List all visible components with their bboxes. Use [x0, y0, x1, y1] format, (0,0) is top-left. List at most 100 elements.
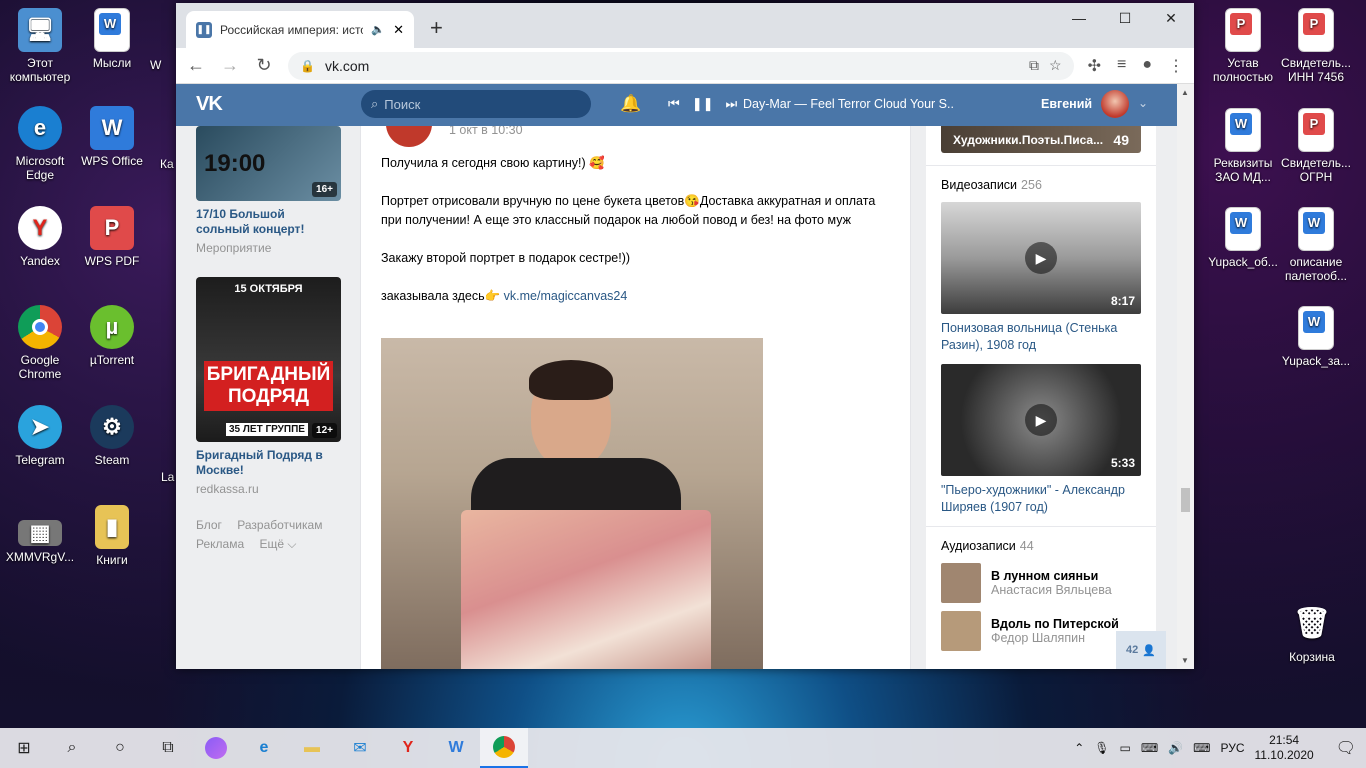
desktop-icon-steam[interactable]: ⚙ Steam — [72, 405, 152, 467]
desktop-icon-edge[interactable]: e Microsoft Edge — [0, 106, 80, 182]
desktop-icon-label: Книги — [96, 553, 128, 567]
pause-icon[interactable]: ❚❚ — [692, 96, 714, 112]
extension-blocked-icon[interactable]: ⧉ — [1029, 57, 1039, 74]
videos-heading[interactable]: Видеозаписи 256 — [941, 178, 1141, 192]
desktop-icon-books[interactable]: ▮ Книги — [72, 505, 152, 567]
vk-search-input[interactable]: ⌕ Поиск — [361, 90, 591, 118]
notifications-icon[interactable]: 🗨 — [1336, 738, 1356, 758]
group-card[interactable]: Художники.Поэты.Писа... 49 — [941, 126, 1141, 153]
reload-icon[interactable]: ↻ — [254, 55, 274, 76]
file-explorer-icon[interactable]: ▬ — [288, 728, 336, 768]
desktop-icon-recycle-bin[interactable]: 🗑 Корзина — [1272, 602, 1352, 665]
scroll-down-arrow-icon[interactable]: ▼ — [1181, 656, 1189, 665]
media-control-icon[interactable]: ≡ — [1117, 56, 1126, 76]
audio-item[interactable]: В лунном сияньи Анастасия Вяльцева — [941, 563, 1141, 603]
footer-link-more[interactable]: Ещё ⌵ — [259, 537, 296, 551]
desktop-icon-utorrent[interactable]: µ µTorrent — [72, 305, 152, 367]
post-time[interactable]: 1 окт в 10:30 — [449, 126, 523, 137]
cortana-icon[interactable]: ○ — [96, 728, 144, 768]
post-link[interactable]: vk.me/magiccanvas24 — [504, 289, 628, 303]
desktop-icon-chrome[interactable]: Google Chrome — [0, 305, 80, 381]
microphone-icon[interactable]: 🎙 — [1094, 741, 1109, 755]
volume-icon[interactable]: 🔊 — [1168, 741, 1183, 755]
play-icon: ▶ — [1025, 242, 1057, 274]
footer-link-developers[interactable]: Разработчикам — [237, 518, 322, 532]
desktop-icon-wps-office[interactable]: W WPS Office — [72, 106, 152, 168]
desktop-icon-svid-inn[interactable]: P Свидетель... ИНН 7456 — [1276, 8, 1356, 84]
alice-icon[interactable] — [192, 728, 240, 768]
avatar[interactable] — [1101, 90, 1129, 118]
desktop-icon-opisanie[interactable]: W описание палетооб... — [1276, 207, 1356, 283]
desktop-icon-this-pc[interactable]: 🖥 Этот компьютер — [0, 8, 80, 84]
maximize-button[interactable]: ☐ — [1102, 3, 1148, 33]
bell-icon[interactable]: 🔔 — [620, 94, 641, 114]
keyboard-icon[interactable]: ⌨ — [1193, 741, 1210, 755]
extensions-icon[interactable]: ✣ — [1088, 56, 1101, 76]
ad-image-brigadny[interactable]: 15 ОКТЯБРЯ БРИГАДНЫЙ ПОДРЯД 35 ЛЕТ ГРУПП… — [196, 277, 341, 442]
minimize-button[interactable]: — — [1056, 3, 1102, 33]
video-title[interactable]: "Пьеро-художники" - Александр Ширяев (19… — [941, 482, 1141, 516]
close-tab-icon[interactable]: ✕ — [393, 22, 404, 38]
desktop-icon-ustav[interactable]: P Устав полностью — [1203, 8, 1283, 84]
forward-arrow-icon[interactable]: → — [220, 55, 240, 76]
speaker-icon[interactable]: 🔈 — [371, 23, 385, 36]
footer-link-blog[interactable]: Блог — [196, 518, 222, 532]
clock[interactable]: 21:54 11.10.2020 — [1255, 733, 1314, 763]
current-track[interactable]: Day-Mar — Feel Terror Cloud Your S... — [743, 97, 953, 111]
input-language[interactable]: РУС — [1220, 741, 1244, 755]
battery-icon[interactable]: ▭ — [1120, 741, 1131, 755]
network-icon[interactable]: ⌨ — [1141, 741, 1158, 755]
footer-link-ads[interactable]: Реклама — [196, 537, 244, 551]
desktop-icon-svid-ogrn[interactable]: P Свидетель... ОГРН — [1276, 108, 1356, 184]
video-thumb[interactable]: ▶ 8:17 — [941, 202, 1141, 314]
desktop-icon-label: Устав полностью — [1213, 56, 1273, 84]
bookmark-star-icon[interactable]: ☆ — [1049, 57, 1062, 74]
mail-icon[interactable]: ✉ — [336, 728, 384, 768]
desktop-icon-label: WPS PDF — [84, 254, 140, 268]
desktop-icon-telegram[interactable]: ➤ Telegram — [0, 405, 80, 467]
chrome-icon[interactable] — [480, 728, 528, 768]
video-title[interactable]: Понизовая вольница (Стенька Разин), 1908… — [941, 320, 1141, 354]
close-window-button[interactable]: ✕ — [1148, 3, 1194, 33]
scroll-up-arrow-icon[interactable]: ▲ — [1181, 88, 1189, 97]
post-text-1: Получила я сегодня свою картину!) 🥰 — [381, 156, 605, 170]
post-photo[interactable] — [381, 338, 763, 669]
ad-title[interactable]: 17/10 Большой сольный концерт! — [196, 207, 341, 237]
vk-logo[interactable]: VK — [196, 93, 223, 116]
user-name[interactable]: Евгений — [1041, 97, 1092, 111]
edge-icon[interactable]: e — [240, 728, 288, 768]
wps-office-icon[interactable]: W — [432, 728, 480, 768]
steam-icon: ⚙ — [90, 405, 134, 449]
chevron-down-icon[interactable]: ⌄ — [1138, 96, 1148, 110]
previous-track-icon[interactable]: ⏮ — [668, 96, 680, 112]
search-icon[interactable]: ⌕ — [48, 728, 96, 768]
audio-heading[interactable]: Аудиозаписи 44 — [941, 539, 1141, 553]
next-track-icon[interactable]: ⏭ — [726, 96, 738, 112]
desktop-icon-yupack-ob[interactable]: W Yupack_об... — [1203, 207, 1283, 269]
back-arrow-icon[interactable]: ← — [186, 55, 206, 76]
desktop-icon-yandex[interactable]: Y Yandex — [0, 206, 80, 268]
start-button[interactable]: ⊞ — [0, 728, 48, 768]
group-title: Художники.Поэты.Писа... — [953, 132, 1104, 147]
profile-icon[interactable]: ● — [1142, 56, 1152, 76]
scrollbar-thumb[interactable] — [1181, 488, 1190, 512]
desktop-icon-image-file[interactable]: ▦ XMMVRgV... — [0, 512, 80, 564]
task-view-icon[interactable]: ⧉ — [144, 728, 192, 768]
audio-item[interactable]: Вдоль по Питерской Федор Шаляпин — [941, 611, 1141, 651]
yandex-browser-icon[interactable]: Y — [384, 728, 432, 768]
desktop-icon-yupack-za[interactable]: W Yupack_за... — [1276, 306, 1356, 368]
desktop-icon-wps-pdf[interactable]: P WPS PDF — [72, 206, 152, 268]
online-friends-badge[interactable]: 42 👤 — [1116, 631, 1166, 669]
browser-tab[interactable]: ❚❚ Российская империя: истор 🔈 ✕ — [186, 11, 414, 48]
audio-artist: Федор Шаляпин — [991, 631, 1085, 645]
menu-dots-icon[interactable]: ⋮ — [1168, 56, 1184, 76]
ad-image-concert[interactable]: 19:00 16+ — [196, 126, 341, 201]
page-scrollbar[interactable]: ▲ ▼ — [1177, 84, 1194, 669]
new-tab-button[interactable]: + — [430, 15, 443, 41]
desktop-icon-rekvizity[interactable]: W Реквизиты ЗАО МД... — [1203, 108, 1283, 184]
ad-title[interactable]: Бригадный Подряд в Москве! — [196, 448, 341, 478]
show-hidden-icons-chevron-icon[interactable]: ⌃ — [1074, 741, 1084, 755]
desktop-icon-mysli[interactable]: W Мысли — [72, 8, 152, 70]
address-bar[interactable]: 🔒 vk.com ⧉ ☆ — [288, 51, 1074, 80]
video-thumb[interactable]: ▶ 5:33 — [941, 364, 1141, 476]
